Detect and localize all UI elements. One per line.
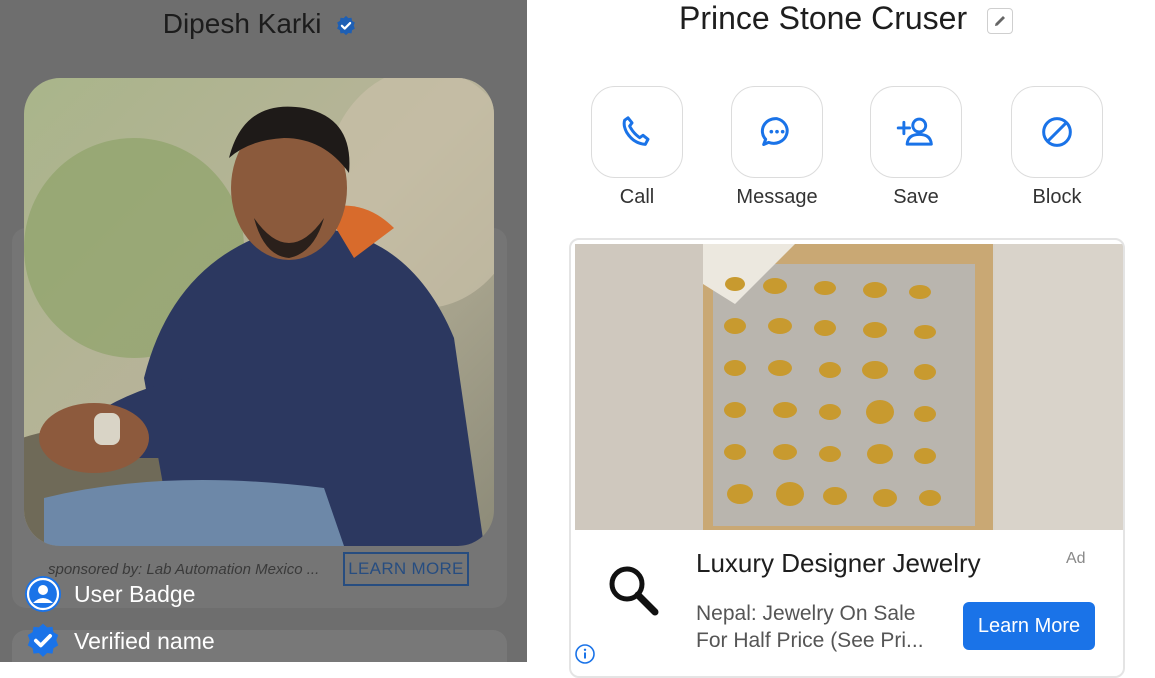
ad-description: Nepal: Jewelry On Sale For Half Price (S…	[696, 600, 951, 654]
save-label: Save	[893, 186, 939, 208]
chat-bubble-icon	[760, 117, 789, 146]
profile-photo-image	[24, 78, 494, 546]
call-button[interactable]	[591, 86, 683, 178]
block-action[interactable]: Block	[1009, 86, 1105, 209]
learn-more-button[interactable]: Learn More	[963, 602, 1095, 650]
contact-name: Prince Stone Cruser	[679, 0, 968, 36]
block-label: Block	[1032, 186, 1082, 208]
block-button[interactable]	[1011, 86, 1103, 178]
user-badge-label: User Badge	[74, 580, 196, 607]
profile-name: Dipesh Karki	[162, 8, 322, 39]
jewelry-tray-image	[575, 244, 1123, 530]
left-panel: Dipesh Karki sponsored by: Lab Automatio…	[0, 0, 527, 662]
block-icon	[1042, 117, 1072, 147]
edit-icon[interactable]	[987, 8, 1013, 34]
message-button[interactable]	[731, 86, 823, 178]
ad-tag: Ad	[1066, 550, 1086, 567]
save-button[interactable]	[870, 86, 962, 178]
verified-check-icon	[27, 623, 59, 657]
ad-image[interactable]	[575, 244, 1123, 530]
ad-description-line2: For Half Price (See Pri...	[696, 629, 924, 652]
profile-title: Dipesh Karki	[0, 8, 520, 40]
verified-check-icon	[337, 15, 356, 35]
message-action[interactable]: Message	[729, 86, 825, 209]
verified-name-label: Verified name	[74, 627, 215, 654]
user-badge-item[interactable]: User Badge	[24, 575, 195, 613]
ad-description-line1: Nepal: Jewelry On Sale	[696, 602, 916, 625]
message-label: Message	[736, 186, 818, 208]
call-action[interactable]: Call	[589, 86, 685, 209]
learn-more-outline-button[interactable]: LEARN MORE	[343, 552, 469, 586]
ad-title[interactable]: Luxury Designer Jewelry	[696, 548, 981, 579]
search-icon	[609, 566, 659, 616]
profile-photo[interactable]	[24, 78, 494, 546]
save-action[interactable]: Save	[868, 86, 964, 209]
phone-icon	[622, 116, 650, 146]
add-contact-icon	[896, 117, 933, 146]
call-label: Call	[619, 186, 655, 208]
user-circle-icon	[25, 576, 61, 612]
ad-card[interactable]: Luxury Designer Jewelry Ad Nepal: Jewelr…	[569, 238, 1125, 678]
verified-name-item[interactable]: Verified name	[24, 622, 215, 660]
right-panel: Prince Stone Cruser Call Message Save Bl…	[527, 0, 1155, 678]
